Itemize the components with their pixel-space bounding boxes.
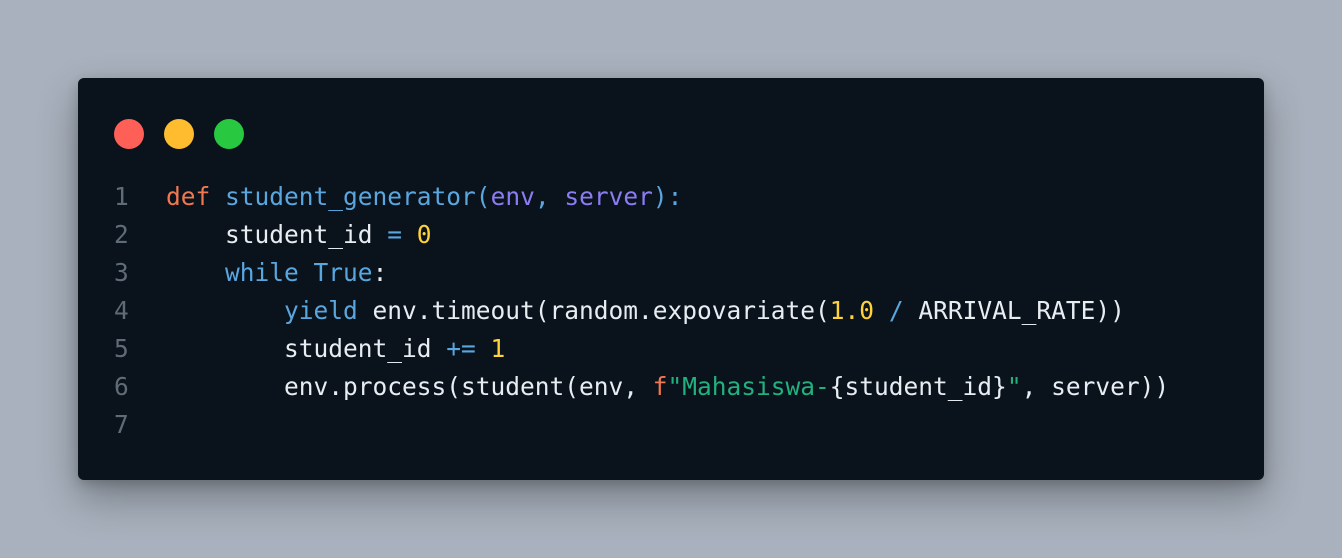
minimize-dot-icon[interactable]	[164, 119, 194, 149]
line-number: 5	[114, 334, 129, 363]
window-controls	[114, 119, 244, 149]
code-text: yield env.timeout(random.expovariate(1.0…	[166, 292, 1125, 330]
code-token: student_id	[166, 334, 447, 363]
code-token: :	[372, 258, 388, 287]
code-token: env	[490, 182, 535, 211]
code-token: =	[387, 220, 403, 249]
code-line: 6 env.process(student(env, f"Mahasiswa-{…	[78, 368, 1264, 406]
code-token: "	[1006, 372, 1022, 401]
code-token: env.timeout(random.expovariate(	[357, 296, 830, 325]
code-token: {student_id}	[829, 372, 1007, 401]
code-window: 1 def student_generator(env, server): 2 st…	[78, 78, 1264, 480]
code-token: ):	[652, 182, 683, 211]
code-token: while	[225, 258, 299, 287]
line-number: 6	[114, 372, 129, 401]
code-token: student_generator	[225, 182, 476, 211]
code-token: ARRIVAL_RATE))	[903, 296, 1125, 325]
code-text: student_id += 1	[166, 330, 505, 368]
code-line: 1 def student_generator(env, server):	[78, 178, 1264, 216]
code-token: +=	[446, 334, 476, 363]
code-token: server	[564, 182, 653, 211]
code-token: (	[475, 182, 491, 211]
code-token: 0	[416, 220, 432, 249]
code-text: def student_generator(env, server):	[166, 178, 682, 216]
close-dot-icon[interactable]	[114, 119, 144, 149]
code-block[interactable]: 1 def student_generator(env, server): 2 st…	[78, 178, 1264, 444]
code-text: while True:	[166, 254, 387, 292]
code-token: student_id	[166, 220, 388, 249]
code-token: f	[652, 372, 668, 401]
line-number: 1	[114, 182, 129, 211]
code-token: 1.0	[829, 296, 875, 325]
line-number: 2	[114, 220, 129, 249]
code-token: 1	[490, 334, 506, 363]
line-number: 3	[114, 258, 129, 287]
code-line: 5 student_id += 1	[78, 330, 1264, 368]
code-token: , server))	[1021, 372, 1170, 401]
code-token: True	[313, 258, 373, 287]
code-token: "Mahasiswa-	[667, 372, 830, 401]
code-token: yield	[284, 296, 358, 325]
code-line: 7	[78, 406, 1264, 444]
code-line: 4 yield env.timeout(random.expovariate(1…	[78, 292, 1264, 330]
code-text: env.process(student(env, f"Mahasiswa-{st…	[166, 368, 1169, 406]
code-text: student_id = 0	[166, 216, 432, 254]
code-token: /	[888, 296, 904, 325]
code-token: env.process(student(env,	[166, 372, 653, 401]
code-line: 3 while True:	[78, 254, 1264, 292]
line-number: 7	[114, 410, 129, 439]
line-number: 4	[114, 296, 129, 325]
maximize-dot-icon[interactable]	[214, 119, 244, 149]
code-line: 2 student_id = 0	[78, 216, 1264, 254]
code-token: ,	[534, 182, 565, 211]
code-token: def	[166, 182, 211, 211]
